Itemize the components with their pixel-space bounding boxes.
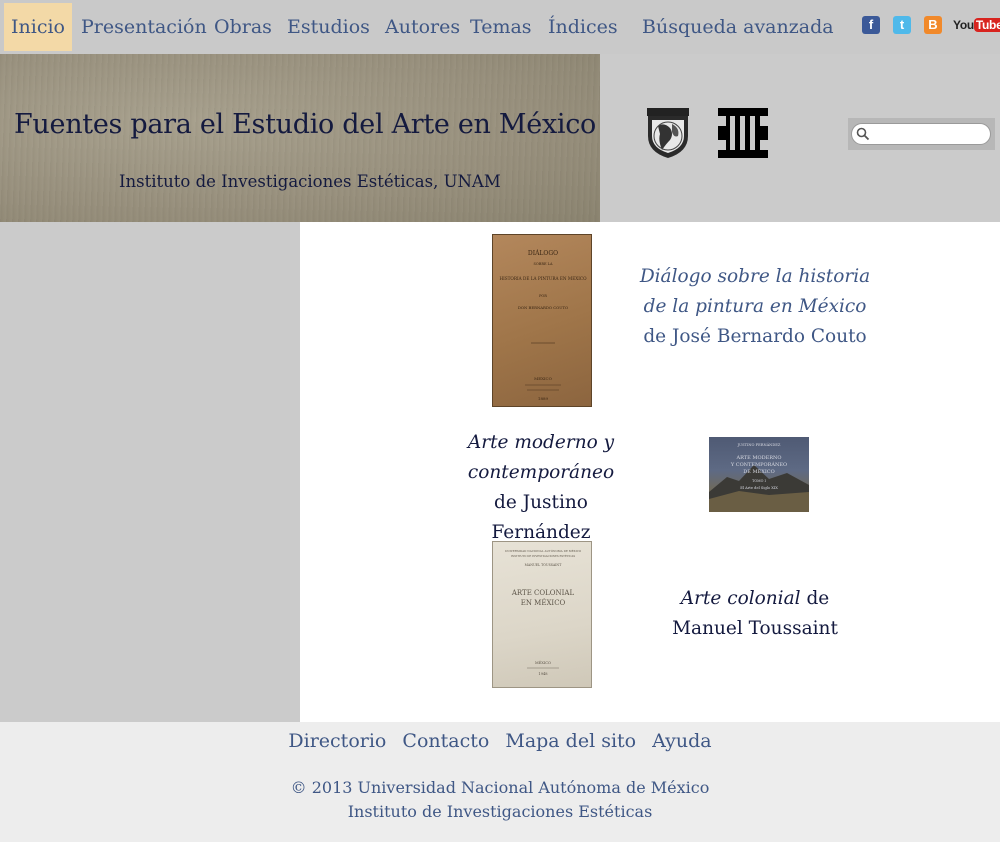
book-connector: de xyxy=(643,326,672,347)
book-caption-arte-moderno: Arte moderno y contemporáneo de Justino … xyxy=(456,428,626,548)
footer-copyright: © 2013 Universidad Nacional Autónoma de … xyxy=(0,776,1000,824)
cover-text: MANUEL TOUSSAINT xyxy=(525,563,563,567)
cover-text: EN MÉXICO xyxy=(521,598,566,607)
cover-text: SOBRE LA xyxy=(534,262,553,266)
book-cover-dialogo[interactable]: DIÁLOGO SOBRE LA HISTORIA DE LA PINTURA … xyxy=(492,234,592,407)
book-connector: de xyxy=(800,588,830,609)
nav-item-obras[interactable]: Obras xyxy=(214,3,272,51)
cover-text: UNIVERSIDAD NACIONAL AUTÓNOMA DE MÉXICO xyxy=(505,548,582,553)
footer-link-contacto[interactable]: Contacto xyxy=(402,730,489,752)
book-connector: de xyxy=(494,492,523,513)
cover-text: MÉXICO xyxy=(535,660,551,665)
nav-item-estudios[interactable]: Estudios xyxy=(287,3,370,51)
top-navigation: Inicio Presentación Obras Estudios Autor… xyxy=(0,0,1000,54)
cover-text: POR xyxy=(539,294,547,298)
nav-item-presentacion[interactable]: Presentación xyxy=(81,3,207,51)
cover-text: ARTE MODERNO xyxy=(736,455,782,461)
youtube-tube-text: Tube xyxy=(973,18,1000,32)
cover-artwork-arte-moderno: JUSTINO FERNÁNDEZ ARTE MODERNO Y CONTEMP… xyxy=(709,442,809,512)
featured-books: DIÁLOGO SOBRE LA HISTORIA DE LA PINTURA … xyxy=(300,222,1000,722)
book-cover-arte-colonial[interactable]: UNIVERSIDAD NACIONAL AUTÓNOMA DE MÉXICO … xyxy=(492,541,592,688)
cover-text: 1889 xyxy=(538,396,549,401)
book-author[interactable]: Manuel Toussaint xyxy=(672,618,838,639)
footer-link-directorio[interactable]: Directorio xyxy=(288,730,386,752)
cover-text: JUSTINO FERNÁNDEZ xyxy=(737,442,781,447)
footer: Directorio Contacto Mapa del sito Ayuda … xyxy=(0,722,1000,842)
book-caption-arte-colonial: Arte colonial de Manuel Toussaint xyxy=(645,584,865,644)
footer-links: Directorio Contacto Mapa del sito Ayuda xyxy=(0,730,1000,752)
book-author[interactable]: José Bernardo Couto xyxy=(672,326,867,347)
cover-text: El Arte del Siglo XIX xyxy=(740,486,778,490)
cover-text: TOMO I xyxy=(752,479,766,483)
copyright-text[interactable]: © 2013 Universidad Nacional Autónoma de … xyxy=(0,776,1000,800)
search-input[interactable] xyxy=(851,123,991,145)
cover-artwork-dialogo: DIÁLOGO SOBRE LA HISTORIA DE LA PINTURA … xyxy=(499,250,587,401)
cover-text: ARTE COLONIAL xyxy=(511,589,575,597)
institute-text[interactable]: Instituto de Investigaciones Estéticas xyxy=(0,800,1000,824)
search-box xyxy=(848,118,995,150)
cover-text: DE MÉXICO xyxy=(743,467,774,475)
header-banner: Fuentes para el Estudio del Arte en Méxi… xyxy=(0,54,600,222)
footer-link-ayuda[interactable]: Ayuda xyxy=(652,730,711,752)
footer-link-mapa-del-sitio[interactable]: Mapa del sito xyxy=(505,730,636,752)
site-title[interactable]: Fuentes para el Estudio del Arte en Méxi… xyxy=(14,109,596,140)
iie-logo-icon[interactable] xyxy=(718,108,768,158)
youtube-icon[interactable]: You Tube xyxy=(953,16,1000,34)
cover-text: MEXICO xyxy=(534,376,553,381)
nav-item-indices[interactable]: Índices xyxy=(548,3,618,51)
cover-text: INSTITUTO DE INVESTIGACIONES ESTÉTICAS xyxy=(511,553,576,558)
cover-text: 1948 xyxy=(538,672,548,676)
youtube-you-text: You xyxy=(953,18,974,32)
site-subtitle: Instituto de Investigaciones Estéticas, … xyxy=(119,172,501,191)
search-icon xyxy=(856,127,870,141)
cover-text: DIÁLOGO xyxy=(528,250,558,257)
book-title-link[interactable]: Arte moderno y contemporáneo xyxy=(468,432,614,483)
book-caption-dialogo: Diálogo sobre la historia de la pintura … xyxy=(630,262,880,352)
book-cover-arte-moderno[interactable]: JUSTINO FERNÁNDEZ ARTE MODERNO Y CONTEMP… xyxy=(709,437,809,512)
cover-text: DON BERNARDO COUTO xyxy=(518,305,568,310)
cover-artwork-arte-colonial: UNIVERSIDAD NACIONAL AUTÓNOMA DE MÉXICO … xyxy=(505,548,582,676)
cover-text: Y CONTEMPORÁNEO xyxy=(730,461,787,468)
nav-item-inicio[interactable]: Inicio xyxy=(4,3,72,51)
left-sidebar xyxy=(0,222,300,722)
nav-item-autores[interactable]: Autores xyxy=(385,3,460,51)
facebook-icon[interactable]: f xyxy=(862,16,880,34)
blogger-icon[interactable]: B xyxy=(924,16,942,34)
book-title-link[interactable]: Arte colonial xyxy=(681,588,801,609)
twitter-icon[interactable]: t xyxy=(893,16,911,34)
unam-logo-icon[interactable] xyxy=(644,106,692,160)
nav-item-busqueda-avanzada[interactable]: Búsqueda avanzada xyxy=(642,3,834,51)
book-title-link[interactable]: Diálogo sobre la historia de la pintura … xyxy=(640,266,870,317)
nav-item-temas[interactable]: Temas xyxy=(470,3,532,51)
header-right xyxy=(600,54,1000,222)
cover-text: HISTORIA DE LA PINTURA EN MEXICO xyxy=(499,276,587,281)
